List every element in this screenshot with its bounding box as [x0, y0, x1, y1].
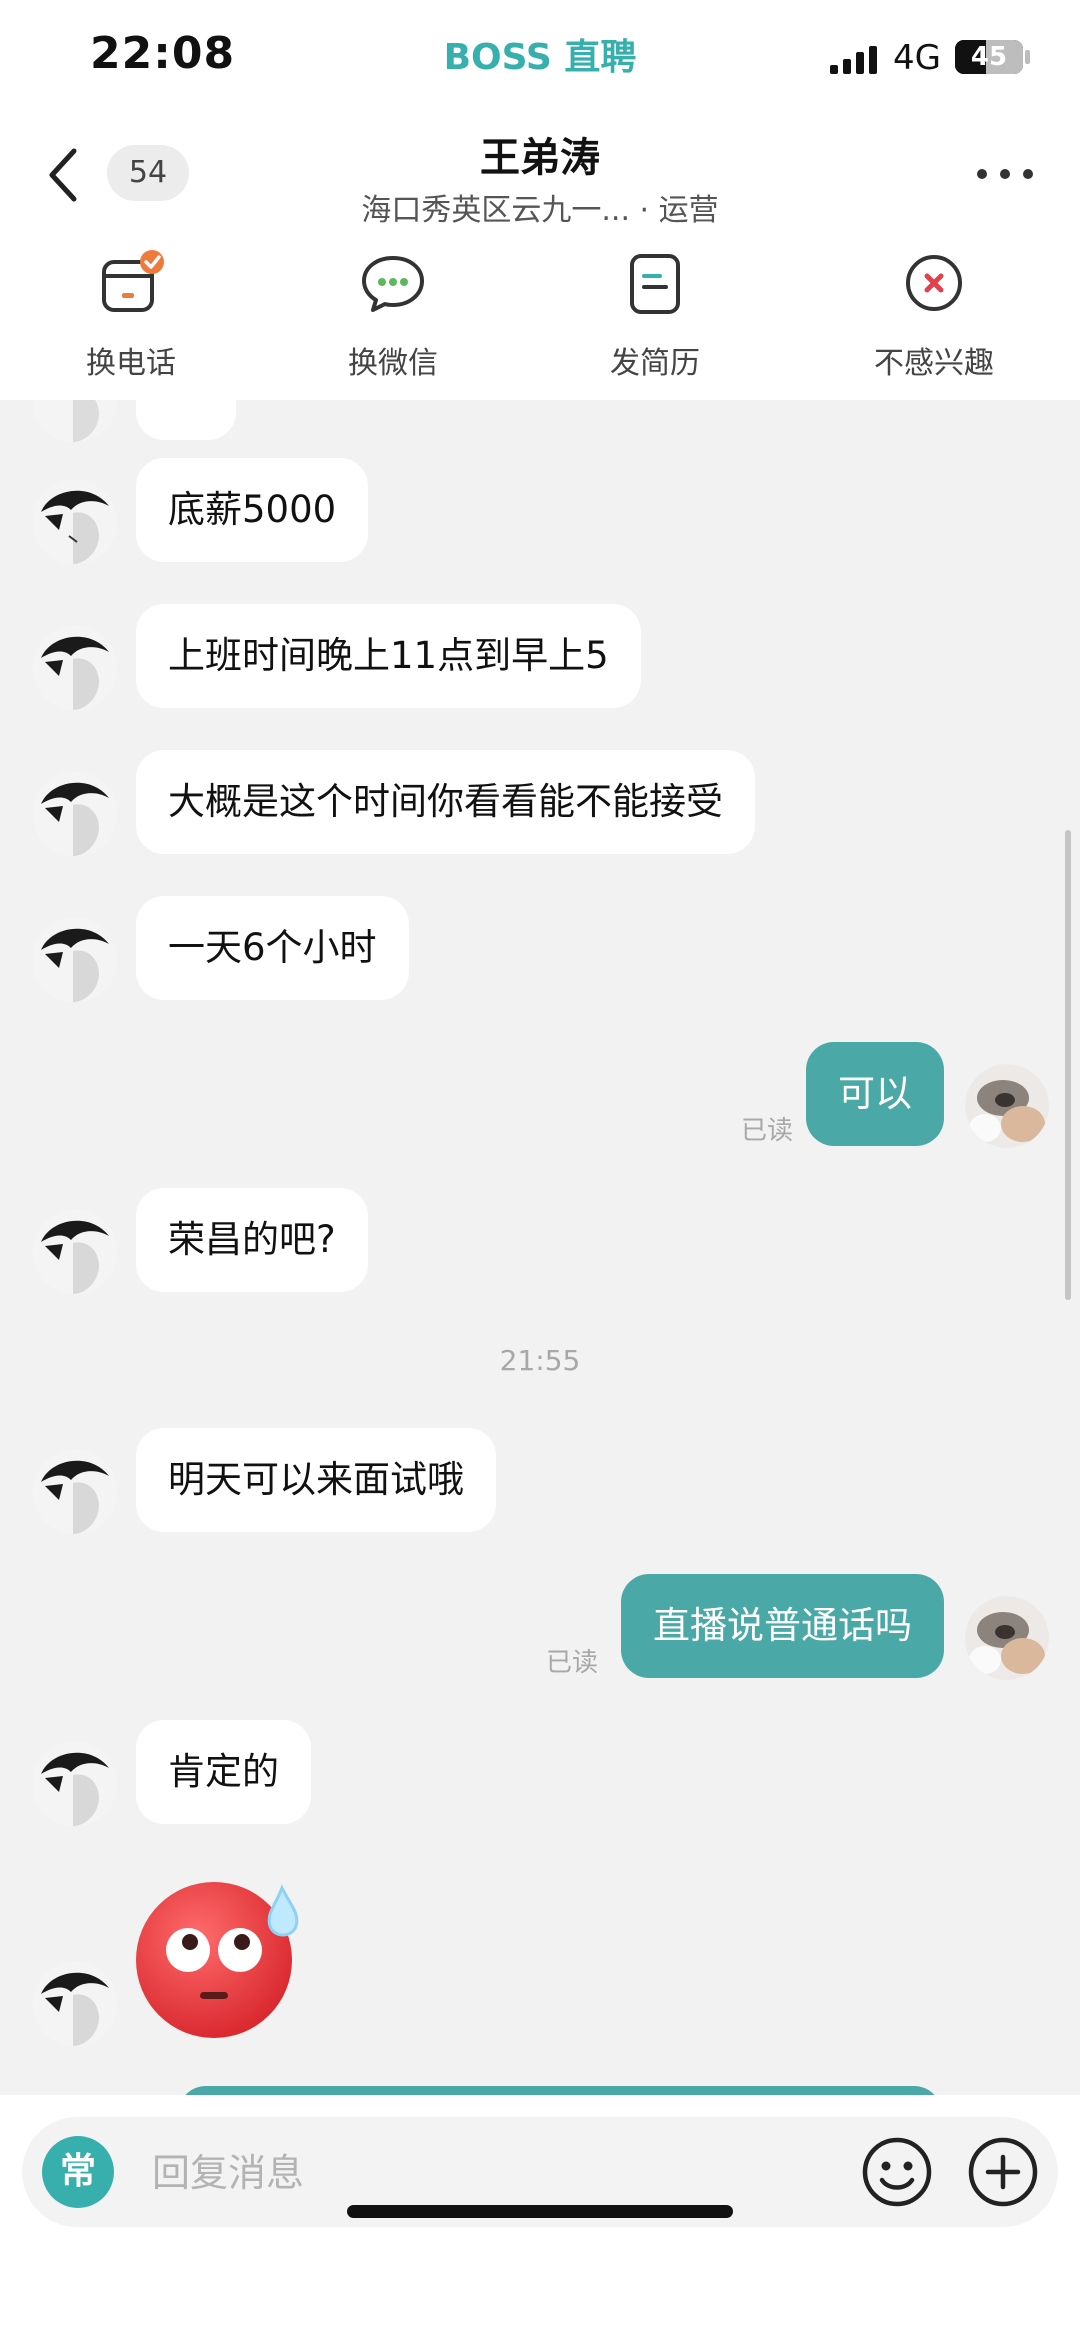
phone-card-icon [102, 250, 164, 312]
user-avatar-icon [965, 1596, 1049, 1680]
recruiter-avatar-icon [33, 1742, 117, 1826]
exchange-phone-label: 换电话 [86, 346, 176, 381]
recruiter-avatar[interactable] [33, 918, 117, 1002]
recruiter-avatar[interactable] [33, 626, 117, 710]
exchange-wechat-label: 换微信 [348, 346, 438, 381]
signal-icon [830, 46, 877, 74]
send-resume-label: 发简历 [610, 346, 700, 381]
emoji-icon[interactable] [860, 2135, 934, 2209]
message-timestamp: 21:55 [499, 1344, 581, 1377]
scrollbar[interactable] [1065, 830, 1071, 1300]
message-bubble: 明天可以来面试哦 [136, 1428, 496, 1532]
resume-icon [630, 254, 680, 314]
recruiter-avatar-icon [33, 480, 117, 564]
recruiter-avatar[interactable] [33, 1210, 117, 1294]
flushed-sweat-emoji-icon[interactable] [134, 1876, 304, 2040]
recruiter-avatar-icon [33, 1450, 117, 1534]
recruiter-avatar[interactable] [33, 480, 117, 564]
user-avatar[interactable] [965, 1064, 1049, 1148]
wechat-icon [362, 256, 424, 312]
recruiter-avatar[interactable] [33, 400, 117, 442]
recruiter-avatar-icon [33, 1210, 117, 1294]
user-avatar[interactable] [965, 1596, 1049, 1680]
message-bubble: 肯定的 [136, 1720, 311, 1824]
recruiter-avatar[interactable] [33, 1450, 117, 1534]
not-interested-label: 不感兴趣 [874, 346, 994, 381]
message-bubble: 底薪5000 [136, 458, 369, 562]
quick-reply-button[interactable]: 常 [42, 2136, 114, 2208]
exchange-phone-button[interactable]: 换电话 [31, 248, 231, 382]
user-avatar-icon [965, 1064, 1049, 1148]
status-bar: 22:08 BOSS 直聘 4G 45 [0, 0, 1080, 115]
message-bubble-partial [178, 2086, 942, 2095]
exchange-wechat-button[interactable]: 换微信 [293, 248, 493, 382]
plus-icon[interactable] [966, 2135, 1040, 2209]
message-bubble: 大概是这个时间你看看能不能接受 [136, 750, 755, 854]
contact-name: 王弟涛 [480, 135, 600, 181]
message-bubble-partial [136, 400, 236, 440]
recruiter-avatar-icon [33, 626, 117, 710]
home-indicator[interactable] [347, 2205, 733, 2218]
recruiter-avatar-icon [33, 400, 117, 442]
message-list[interactable]: 底薪5000 上班时间晚上11点到早上5 大概是这个时间你看看能不能接受 一天6… [0, 400, 1080, 2095]
recruiter-avatar-icon [33, 1962, 117, 2046]
reply-input[interactable] [150, 2142, 854, 2204]
read-status: 已读 [741, 1116, 794, 1146]
recruiter-avatar[interactable] [33, 772, 117, 856]
not-interested-button[interactable]: 不感兴趣 [834, 248, 1034, 382]
recruiter-avatar[interactable] [33, 1962, 117, 2046]
recruiter-avatar-icon [33, 918, 117, 1002]
recruiter-avatar-icon [33, 772, 117, 856]
message-bubble: 上班时间晚上11点到早上5 [136, 604, 641, 708]
read-status: 已读 [546, 1648, 599, 1678]
battery-tip [1025, 50, 1030, 64]
message-bubble-outgoing: 可以 [806, 1042, 944, 1146]
message-bubble: 一天6个小时 [136, 896, 409, 1000]
contact-subtitle: 海口秀英区云九一... · 运营 [361, 193, 719, 228]
battery-icon: 45 [955, 40, 1023, 74]
battery-level: 45 [970, 42, 1008, 72]
not-interested-icon [906, 255, 962, 311]
chat-header: 54 王弟涛 海口秀英区云九一... · 运营 换电话 换微信 发简历 不感兴趣 [0, 115, 1080, 400]
message-bubble: 荣昌的吧? [136, 1188, 368, 1292]
network-type: 4G [893, 38, 941, 78]
more-options-icon[interactable] [975, 167, 1035, 181]
action-bar: 换电话 换微信 发简历 不感兴趣 [0, 248, 1080, 388]
send-resume-button[interactable]: 发简历 [555, 248, 755, 382]
recruiter-avatar[interactable] [33, 1742, 117, 1826]
message-bubble-outgoing: 直播说普通话吗 [621, 1574, 944, 1678]
